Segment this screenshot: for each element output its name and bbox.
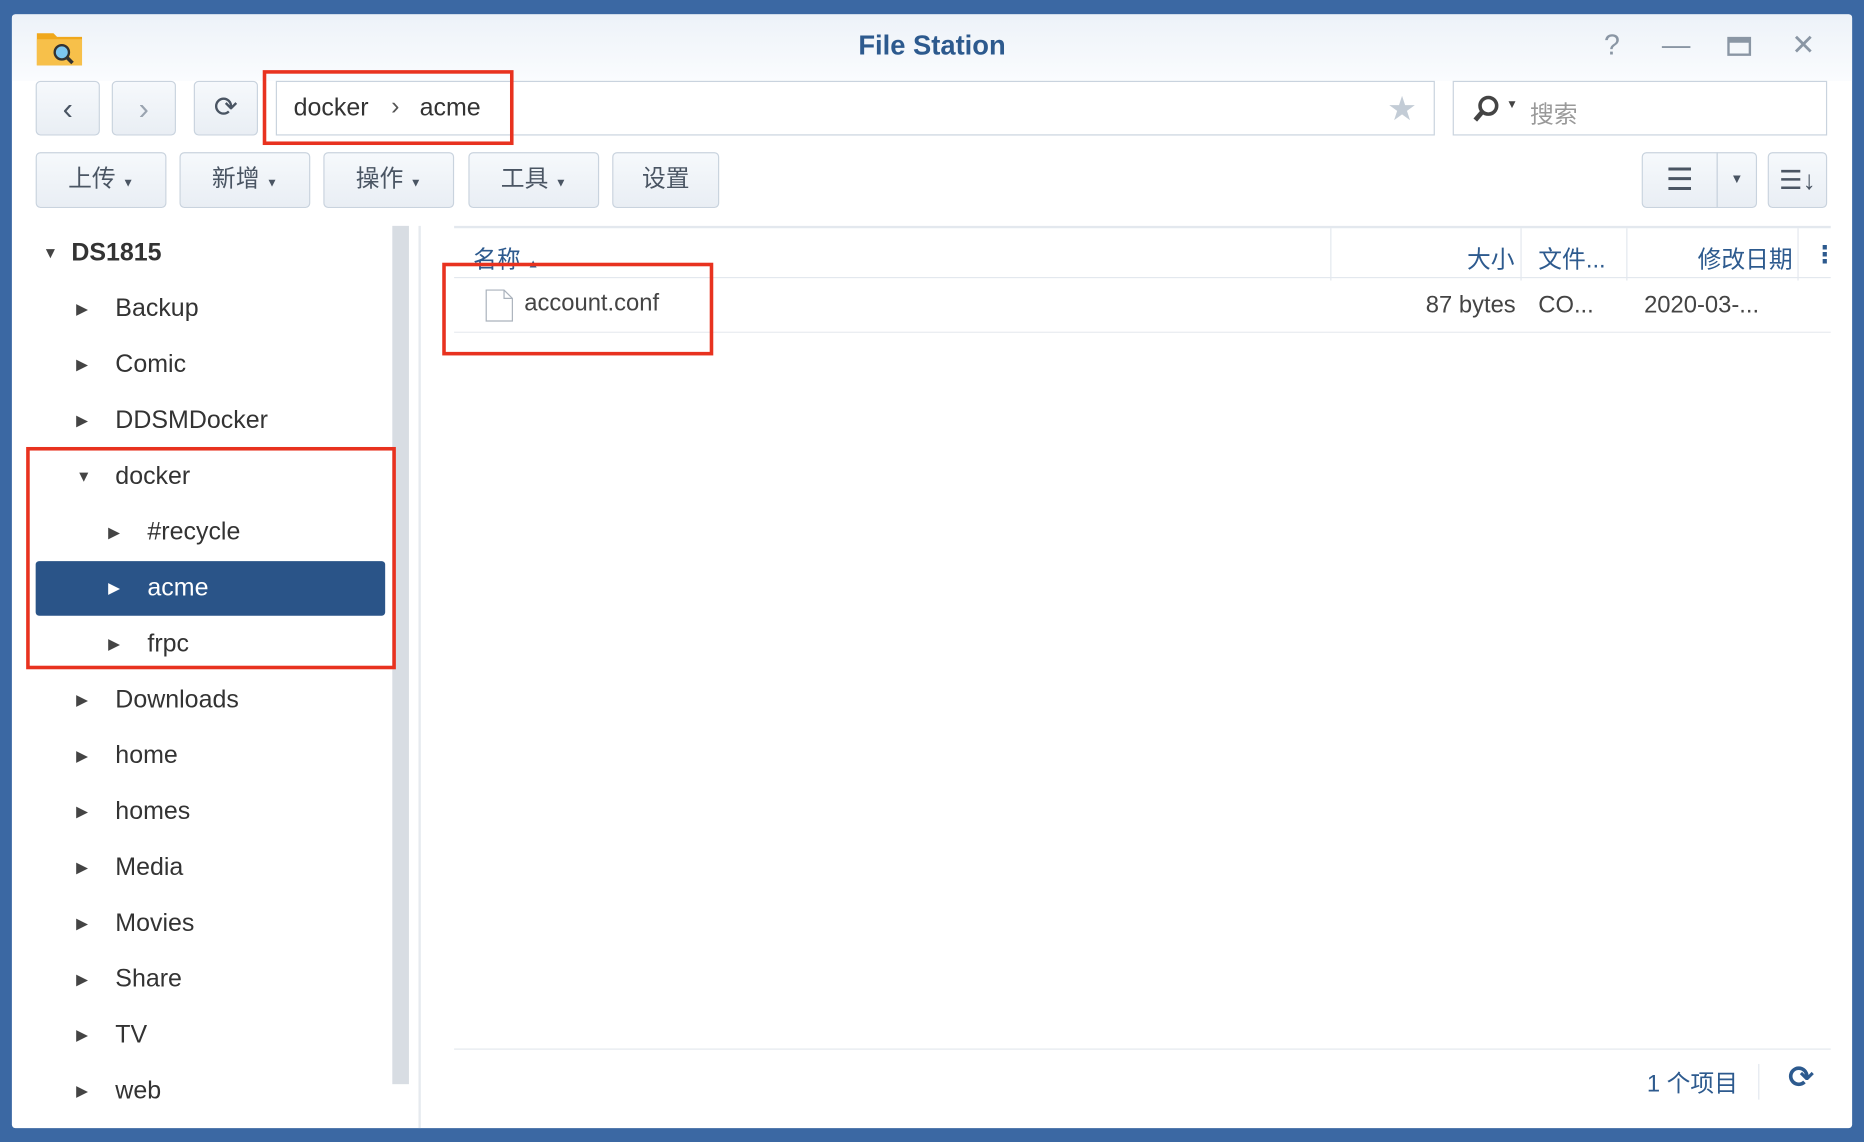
- refresh-button[interactable]: ⟳: [193, 80, 258, 136]
- item-count: 1 个项目: [1646, 1071, 1738, 1098]
- tree-item-label: Comic: [115, 350, 187, 379]
- close-button[interactable]: ✕: [1788, 30, 1819, 62]
- create-button[interactable]: 新增 ▼: [179, 152, 311, 209]
- highlight-path: [262, 70, 514, 146]
- file-type: CO...: [1538, 292, 1594, 319]
- tree-item-movies[interactable]: ▶ Movies: [36, 896, 386, 951]
- action-button[interactable]: 操作 ▼: [323, 152, 455, 209]
- file-modified: 2020-03-...: [1644, 292, 1760, 319]
- tree-item-label: homes: [115, 797, 191, 826]
- tree-item-home[interactable]: ▶ home: [36, 729, 386, 784]
- tree-item-share[interactable]: ▶ Share: [36, 952, 386, 1007]
- column-size[interactable]: 大小: [1467, 240, 1515, 274]
- tree-item-homes[interactable]: ▶ homes: [36, 785, 386, 840]
- status-bar: 1 个项目 ⟳: [454, 1048, 1831, 1120]
- refresh-icon[interactable]: ⟳: [1788, 1059, 1814, 1096]
- column-modified[interactable]: 修改日期: [1698, 240, 1793, 274]
- maximize-button[interactable]: [1724, 31, 1755, 62]
- highlight-file: [442, 262, 714, 356]
- favorite-star-icon[interactable]: ★: [1387, 89, 1417, 128]
- collapsed-arrow-icon[interactable]: ▶: [76, 393, 88, 448]
- collapsed-arrow-icon[interactable]: ▶: [76, 1064, 88, 1119]
- tree-item-media[interactable]: ▶ Media: [36, 840, 386, 895]
- tree-item-label: Media: [115, 853, 184, 881]
- tree-item-web[interactable]: ▶ web: [36, 1064, 386, 1119]
- window-title: File Station: [858, 29, 1006, 61]
- column-options-icon[interactable]: ⋮: [1813, 240, 1837, 270]
- search-icon[interactable]: [1471, 94, 1504, 125]
- collapsed-arrow-icon[interactable]: ▶: [76, 785, 88, 840]
- upload-button[interactable]: 上传 ▼: [35, 152, 167, 209]
- tree-root[interactable]: ▼ DS1815: [36, 226, 386, 281]
- help-icon[interactable]: ?: [1597, 30, 1628, 62]
- search-placeholder: 搜索: [1529, 102, 1578, 129]
- back-button[interactable]: ‹: [35, 80, 100, 136]
- tree-root-label: DS1815: [71, 238, 162, 267]
- collapsed-arrow-icon[interactable]: ▶: [76, 1008, 88, 1063]
- folder-tree: ▼ DS1815 ▶ Backup ▶ Comic ▶ DDSMDocker ▼ docker ▶…: [12, 226, 416, 1128]
- search-field[interactable]: ▼ 搜索: [1452, 80, 1828, 136]
- list-view-icon[interactable]: ☰: [1641, 152, 1718, 209]
- collapsed-arrow-icon[interactable]: ▶: [76, 282, 88, 337]
- tree-item-downloads[interactable]: ▶ Downloads: [36, 673, 386, 728]
- tree-item-label: TV: [115, 1021, 148, 1049]
- tree-item-backup[interactable]: ▶ Backup: [36, 282, 386, 337]
- forward-button[interactable]: ›: [111, 80, 176, 136]
- collapsed-arrow-icon[interactable]: ▶: [76, 896, 88, 951]
- tree-item-label: Movies: [115, 909, 195, 937]
- tools-label: 工具: [500, 166, 549, 193]
- tree-item-label: Downloads: [115, 685, 239, 714]
- highlight-docker-folder: [26, 446, 396, 670]
- tree-item-label: Share: [115, 965, 182, 993]
- tree-item-label: home: [115, 741, 178, 770]
- settings-button[interactable]: 设置: [612, 152, 720, 209]
- action-label: 操作: [355, 166, 404, 193]
- collapsed-arrow-icon[interactable]: ▶: [76, 673, 88, 728]
- minimize-button[interactable]: —: [1661, 30, 1692, 62]
- upload-label: 上传: [68, 166, 116, 193]
- tree-item-label: DDSMDocker: [115, 406, 268, 434]
- tree-item-label: web: [115, 1077, 162, 1105]
- create-label: 新增: [211, 166, 260, 193]
- column-type[interactable]: 文件...: [1538, 240, 1605, 274]
- pane-splitter[interactable]: [418, 225, 421, 1129]
- file-station-window: File Station ? — ✕ ‹ › ⟳ docker › acme ★…: [11, 14, 1853, 1129]
- view-dropdown-icon[interactable]: ▼: [1716, 152, 1758, 209]
- tree-item-comic[interactable]: ▶ Comic: [36, 338, 386, 393]
- tree-item-tv[interactable]: ▶ TV: [36, 1008, 386, 1063]
- file-size: 87 bytes: [1425, 292, 1516, 319]
- search-dropdown-icon[interactable]: ▼: [1506, 99, 1518, 112]
- collapsed-arrow-icon[interactable]: ▶: [76, 338, 88, 393]
- sort-icon[interactable]: ☰↓: [1767, 152, 1828, 209]
- collapsed-arrow-icon[interactable]: ▶: [76, 952, 88, 1007]
- collapsed-arrow-icon[interactable]: ▶: [76, 840, 88, 895]
- tools-button[interactable]: 工具 ▼: [468, 152, 600, 209]
- collapsed-arrow-icon[interactable]: ▶: [76, 729, 88, 784]
- tree-item-label: Backup: [115, 294, 199, 323]
- tree-item-ddsmdocker[interactable]: ▶ DDSMDocker: [36, 393, 386, 448]
